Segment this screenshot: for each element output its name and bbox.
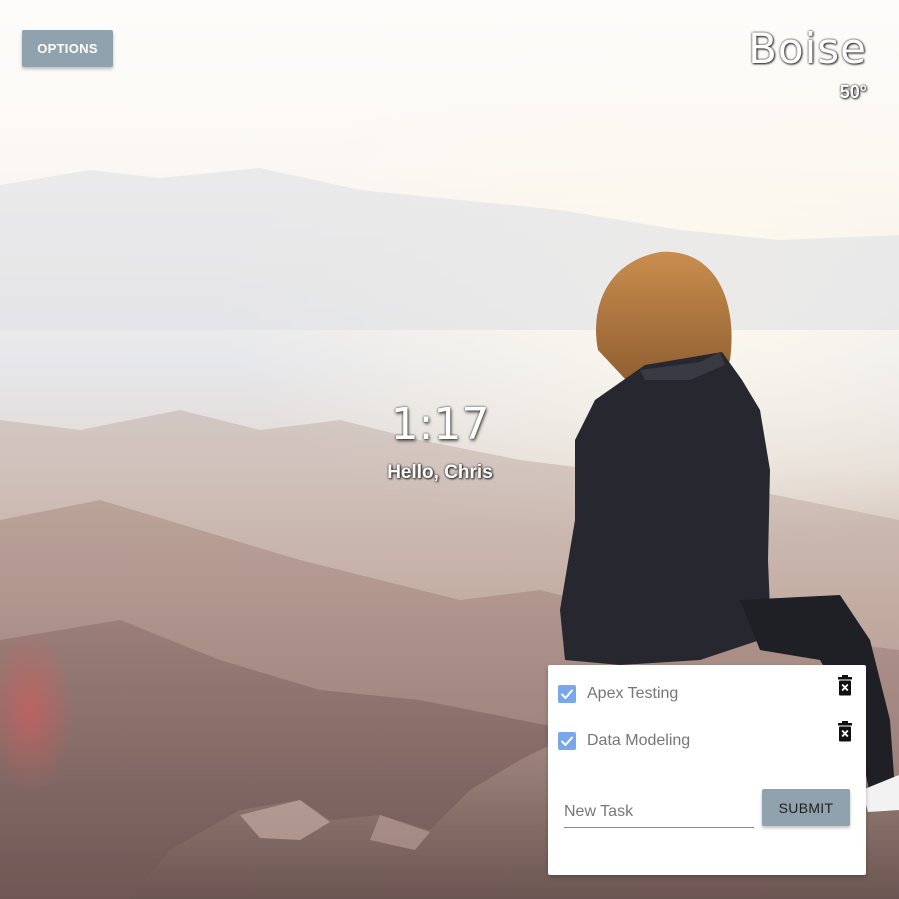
- weather-temperature: 50°: [839, 82, 867, 102]
- delete-task-button[interactable]: [836, 721, 854, 743]
- task-label: Data Modeling: [587, 732, 691, 749]
- delete-task-button[interactable]: [836, 675, 854, 697]
- check-icon: [561, 689, 573, 699]
- new-task-input[interactable]: [564, 797, 754, 827]
- trash-x-icon: [838, 721, 852, 742]
- todo-card: Apex Testing Data Modeling New Task SUBM…: [548, 665, 866, 875]
- check-icon: [561, 736, 573, 746]
- todo-item: Data Modeling: [558, 729, 690, 753]
- submit-button[interactable]: SUBMIT: [762, 789, 850, 826]
- task-label: Apex Testing: [587, 685, 679, 702]
- options-button[interactable]: OPTIONS: [22, 30, 113, 67]
- task-checkbox[interactable]: [558, 685, 576, 703]
- weather-city: Boise: [748, 24, 867, 73]
- weather-widget: Boise 50°: [748, 22, 867, 103]
- trash-x-icon: [838, 675, 852, 696]
- todo-item: Apex Testing: [558, 682, 678, 706]
- greeting-text: Hello, Chris: [387, 462, 493, 483]
- task-checkbox[interactable]: [558, 732, 576, 750]
- new-tab-dashboard: OPTIONS Boise 50° 1:17 Hello, Chris Apex…: [0, 0, 899, 899]
- new-task-field: [564, 797, 754, 828]
- clock-time: 1:17: [390, 399, 490, 450]
